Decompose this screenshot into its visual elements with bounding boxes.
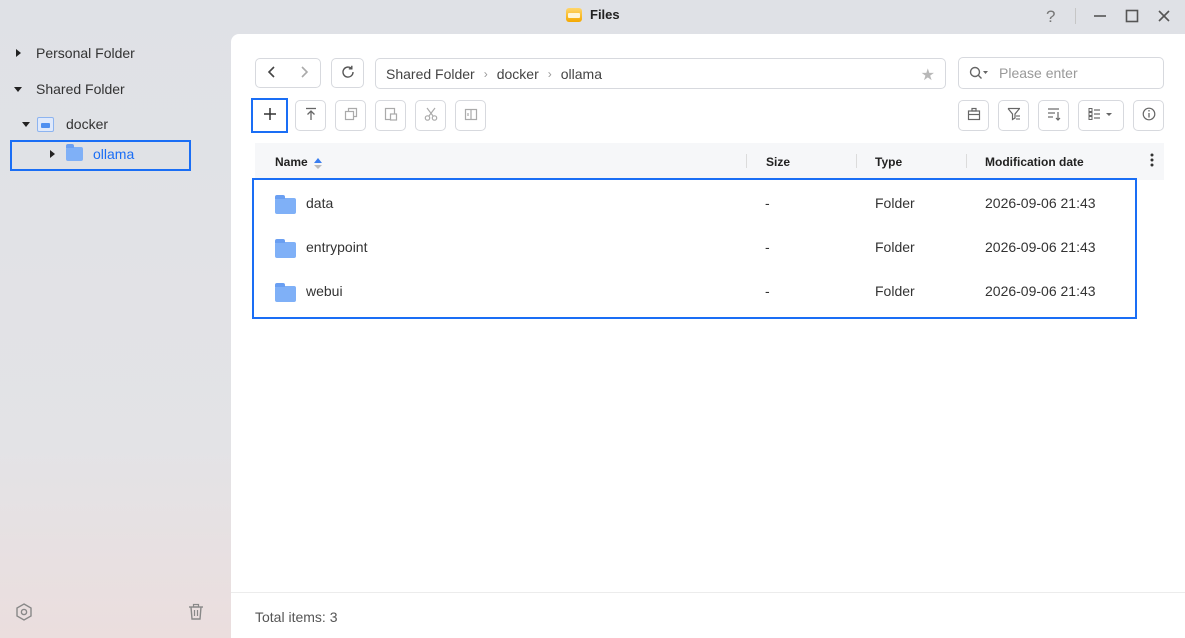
sidebar-item-label: docker bbox=[66, 116, 109, 132]
column-header-modification-date[interactable]: Modification date bbox=[985, 155, 1084, 169]
sidebar-item-docker[interactable]: docker bbox=[22, 116, 108, 132]
title-separator bbox=[1075, 8, 1076, 24]
search-input[interactable] bbox=[999, 65, 1149, 81]
info-button[interactable] bbox=[1133, 100, 1164, 131]
move-button[interactable] bbox=[455, 100, 486, 131]
view-mode-button[interactable] bbox=[1078, 100, 1124, 131]
title-bar: Files ? bbox=[0, 0, 1185, 34]
paste-button[interactable] bbox=[375, 100, 406, 131]
column-header-label: Name bbox=[275, 155, 308, 169]
column-header-size[interactable]: Size bbox=[766, 155, 790, 169]
filter-icon bbox=[1007, 107, 1021, 124]
trash-icon[interactable] bbox=[186, 602, 206, 622]
briefcase-icon bbox=[967, 107, 981, 124]
folder-icon bbox=[66, 144, 83, 161]
breadcrumb-item-docker[interactable]: docker bbox=[497, 66, 539, 82]
svg-text:?: ? bbox=[1046, 8, 1055, 24]
docker-icon bbox=[37, 116, 54, 132]
expand-arrow-icon[interactable] bbox=[16, 49, 21, 57]
refresh-icon bbox=[341, 65, 355, 82]
cut-button[interactable] bbox=[415, 100, 446, 131]
upload-button[interactable] bbox=[295, 100, 326, 131]
main-panel: Shared Folder › docker › ollama ★ Please… bbox=[231, 34, 1185, 638]
upload-icon bbox=[304, 107, 318, 124]
sidebar-item-shared-folder[interactable]: Shared Folder bbox=[14, 81, 125, 97]
column-divider[interactable] bbox=[746, 154, 747, 168]
add-icon bbox=[263, 104, 277, 127]
move-icon bbox=[464, 107, 478, 124]
column-header-name[interactable]: Name bbox=[275, 155, 322, 169]
settings-icon[interactable] bbox=[14, 602, 34, 622]
refresh-button[interactable] bbox=[331, 58, 364, 88]
expand-arrow-icon[interactable] bbox=[50, 150, 55, 158]
minimize-icon[interactable] bbox=[1090, 6, 1110, 26]
sidebar-item-personal-folder[interactable]: Personal Folder bbox=[16, 45, 135, 61]
window-title-group: Files bbox=[566, 7, 620, 22]
breadcrumb: Shared Folder › docker › ollama ★ bbox=[375, 58, 946, 89]
filter-button[interactable] bbox=[998, 100, 1029, 131]
search-icon[interactable] bbox=[969, 66, 989, 80]
maximize-icon[interactable] bbox=[1122, 6, 1142, 26]
paste-icon bbox=[384, 107, 398, 124]
copy-icon bbox=[344, 107, 358, 124]
help-icon[interactable]: ? bbox=[1041, 6, 1061, 26]
cut-icon bbox=[424, 107, 438, 124]
briefcase-button[interactable] bbox=[958, 100, 989, 131]
sidebar-item-label: Shared Folder bbox=[36, 81, 125, 97]
sort-ascending-icon bbox=[313, 158, 322, 169]
collapse-arrow-icon[interactable] bbox=[14, 86, 22, 92]
collapse-arrow-icon[interactable] bbox=[22, 121, 30, 127]
history-nav-group bbox=[255, 58, 321, 88]
breadcrumb-separator-icon: › bbox=[483, 66, 488, 81]
sidebar-item-label: Personal Folder bbox=[36, 45, 135, 61]
close-icon[interactable] bbox=[1154, 6, 1174, 26]
view-list-icon bbox=[1088, 107, 1114, 124]
column-divider[interactable] bbox=[966, 154, 967, 168]
sidebar-item-ollama[interactable]: ollama bbox=[50, 144, 135, 162]
sort-button[interactable] bbox=[1038, 100, 1069, 131]
breadcrumb-item-shared-folder[interactable]: Shared Folder bbox=[386, 66, 475, 82]
sidebar: Personal Folder Shared Folder docker oll… bbox=[0, 34, 231, 638]
files-app-icon bbox=[566, 7, 582, 22]
chevron-left-icon[interactable] bbox=[267, 65, 277, 81]
chevron-right-icon[interactable] bbox=[299, 65, 309, 81]
info-icon bbox=[1142, 107, 1156, 124]
star-icon[interactable]: ★ bbox=[921, 65, 935, 85]
column-header-type[interactable]: Type bbox=[875, 155, 902, 169]
add-button[interactable] bbox=[251, 98, 288, 133]
more-options-icon[interactable] bbox=[1150, 152, 1154, 173]
breadcrumb-separator-icon: › bbox=[547, 66, 552, 81]
search-box bbox=[958, 57, 1164, 89]
total-items-label: Total items: 3 bbox=[255, 609, 338, 625]
breadcrumb-item-ollama[interactable]: ollama bbox=[561, 66, 602, 82]
table-header: Name Size Type Modification date bbox=[255, 143, 1164, 180]
sort-icon bbox=[1047, 107, 1061, 124]
rows-highlight bbox=[252, 178, 1137, 319]
column-divider[interactable] bbox=[856, 154, 857, 168]
copy-button[interactable] bbox=[335, 100, 366, 131]
window-title: Files bbox=[590, 7, 620, 22]
status-bar: Total items: 3 bbox=[231, 592, 1185, 638]
sidebar-item-label: ollama bbox=[93, 146, 135, 162]
